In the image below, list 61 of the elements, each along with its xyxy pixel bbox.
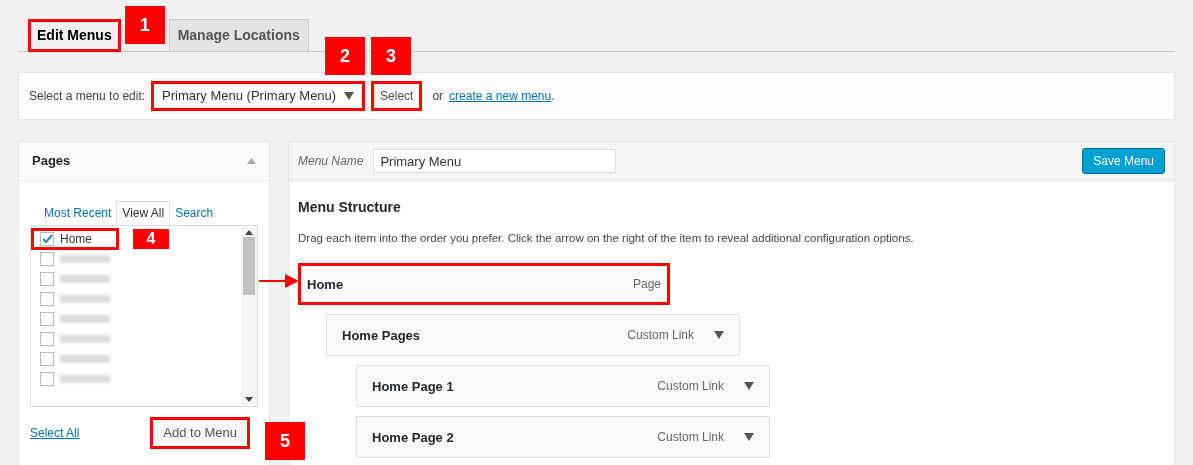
step-number-badge: 5 [265,422,305,460]
menu-item-title: Home Page 1 [372,377,455,396]
panel-tab[interactable]: Search [170,201,219,225]
menu-item[interactable]: Home Pages Custom Link [326,314,740,357]
menu-item-title: Home Page 2 [372,428,455,447]
tab[interactable]: Edit Menus [28,19,121,52]
panel-tab[interactable]: Most Recent [39,201,117,225]
menu-item-title: Home Pages [342,326,422,345]
step-number-badge: 3 [371,37,412,75]
scrollbar[interactable] [241,226,257,406]
checkmark-icon [41,234,53,244]
add-to-menu-button[interactable]: Add to Menu [150,417,250,449]
menu-item-type: Custom Link [627,327,694,345]
instructions-text: Drag each item into the order you prefer. Click the arrow on the right of the item to reveal additional configuration options. [298,231,915,246]
menu-dropdown[interactable]: Primary Menu (Primary Menu) [151,81,366,111]
period-text: . [551,89,555,103]
scroll-down-icon[interactable] [245,397,253,402]
checkbox[interactable] [40,332,54,346]
blurred-label [60,295,110,303]
blurred-label [60,255,110,263]
blurred-label [60,375,110,383]
checkbox[interactable] [40,252,54,266]
checkbox[interactable] [40,232,54,246]
menu-item-type: Page [632,276,661,294]
panel-tab[interactable]: View All [116,201,171,225]
checkbox[interactable] [40,372,54,386]
checkbox[interactable] [40,292,54,306]
select-all-link[interactable]: Select All [30,424,80,442]
blurred-label [60,355,110,363]
checkbox[interactable] [40,272,54,286]
menu-item-type: Custom Link [657,378,724,396]
checkbox[interactable] [40,312,54,326]
caret-down-icon [744,382,754,391]
pointer-arrow [259,274,299,288]
page-label: Home [60,231,92,248]
menu-item[interactable]: Home Page [298,263,670,306]
menu-item-type: Custom Link [657,429,724,447]
scroll-thumb[interactable] [243,237,255,295]
menu-name-field[interactable]: Primary Menu [373,149,617,173]
blurred-label [60,315,110,323]
panel-title: Pages [32,152,71,171]
blurred-label [60,335,110,343]
menu-item-title: Home [307,275,345,294]
scroll-up-icon[interactable] [245,230,253,235]
step-number-badge: 4 [133,229,169,249]
menu-name-label: Menu Name [298,153,364,170]
step-number-badge: 2 [325,37,366,75]
section-heading: Menu Structure [298,198,402,217]
menu-item[interactable]: Home Page 1 Custom Link [356,365,770,408]
checkbox[interactable] [40,352,54,366]
step-number-badge: 1 [124,6,165,44]
caret-down-icon [344,92,355,100]
or-text: or [432,88,444,105]
select-button[interactable]: Select [371,81,423,111]
select-menu-label: Select a menu to edit: [29,88,146,105]
collapse-arrow-icon[interactable] [247,158,256,164]
tab[interactable]: Manage Locations [168,19,309,52]
caret-down-icon [714,331,724,340]
caret-down-icon [744,433,754,442]
blurred-label [60,275,110,283]
menu-item[interactable]: Home Page 2 Custom Link [356,416,770,459]
